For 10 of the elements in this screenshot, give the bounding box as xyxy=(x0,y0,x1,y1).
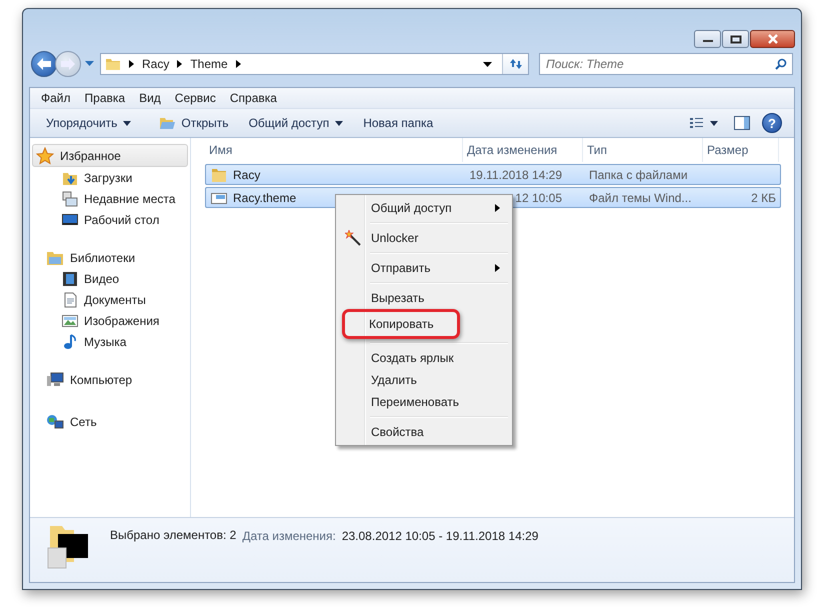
size-cell: 2 КБ xyxy=(751,190,776,204)
type-cell-text: Папка с файлами xyxy=(588,168,689,182)
date-cell-text: 19.11.2018 14:29 xyxy=(468,168,563,182)
file-name: Racy.theme xyxy=(233,190,296,204)
selection-count: Выбрано элементов: 2 xyxy=(110,528,236,542)
date-range: 23.08.2012 10:05 - 19.11.2018 14:29 xyxy=(342,529,538,543)
file-name: Racy xyxy=(233,168,260,182)
type-cell-text: Файл темы Wind... xyxy=(588,190,692,204)
date-cell-text: 12 10:05 xyxy=(514,190,563,204)
date-label: Дата изменения: xyxy=(242,529,336,543)
